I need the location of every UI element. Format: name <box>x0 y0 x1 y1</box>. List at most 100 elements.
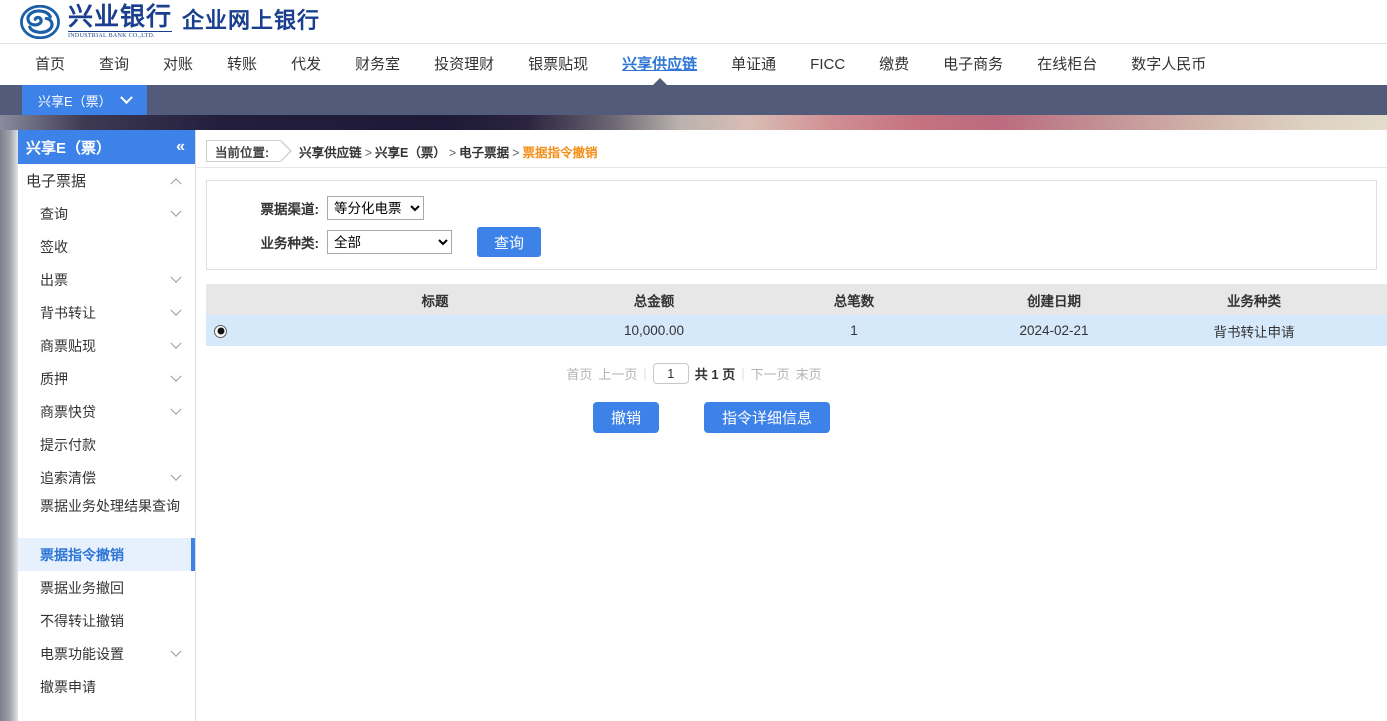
sidebar-item-8[interactable]: 提示付款 <box>18 428 195 461</box>
sidebar-item-1[interactable]: 查询 <box>18 197 195 230</box>
nav-item-label: 代发 <box>291 56 322 73</box>
nav-item-13[interactable]: 在线柜台 <box>1020 44 1114 85</box>
filter-row-channel: 票据渠道: 等分化电票 <box>207 195 1376 221</box>
business-select[interactable]: 全部 <box>327 230 452 254</box>
sidebar-item-label: 电子票据 <box>26 173 87 190</box>
pagination-divider-right: | <box>741 366 745 381</box>
nav-item-12[interactable]: 电子商务 <box>926 44 1020 85</box>
row-select-cell[interactable] <box>206 315 316 346</box>
chevron-down-icon <box>170 337 182 349</box>
sidebar-item-15[interactable]: 撤票申请 <box>18 670 195 703</box>
sidebar-item-7[interactable]: 商票快贷 <box>18 395 195 428</box>
sidebar-item-label: 商票快贷 <box>40 403 96 420</box>
sidebar-item-3[interactable]: 出票 <box>18 263 195 296</box>
chevron-down-icon <box>170 403 182 415</box>
filter-row-business: 业务种类: 全部 查询 <box>207 227 1376 257</box>
subnav-tab-xingxiang-e[interactable]: 兴享E（票） <box>22 85 147 115</box>
nav-item-11[interactable]: 缴费 <box>862 44 926 85</box>
sidebar-item-13[interactable]: 不得转让撤销 <box>18 604 195 637</box>
pagination-prev[interactable]: 上一页 <box>598 364 637 383</box>
nav-item-4[interactable]: 代发 <box>274 44 338 85</box>
nav-item-2[interactable]: 对账 <box>146 44 210 85</box>
sidebar-item-12[interactable]: 票据业务撤回 <box>18 571 195 604</box>
nav-item-0[interactable]: 首页 <box>18 44 82 85</box>
nav-item-6[interactable]: 投资理财 <box>417 44 511 85</box>
breadcrumb-separator: > <box>512 145 520 160</box>
chevron-down-icon <box>119 90 133 104</box>
industrial-bank-logo-icon <box>20 4 60 39</box>
pagination-last[interactable]: 末页 <box>796 364 822 383</box>
sidebar-item-11[interactable]: 票据指令撤销 <box>18 538 195 571</box>
chevron-down-icon <box>170 645 182 657</box>
results-table-wrapper: 标题总金额总笔数创建日期业务种类是否在线融资 10,000.0012024-02… <box>206 284 1387 346</box>
breadcrumb-separator: > <box>364 145 372 160</box>
pagination-first[interactable]: 首页 <box>566 364 592 383</box>
nav-item-14[interactable]: 数字人民币 <box>1114 44 1223 85</box>
breadcrumb-link-0[interactable]: 兴享供应链 <box>299 146 362 160</box>
pagination-page-input[interactable] <box>652 363 689 384</box>
nav-item-label: 电子商务 <box>943 56 1004 73</box>
sidebar-item-label: 查询 <box>40 205 68 222</box>
nav-item-5[interactable]: 财务室 <box>338 44 417 85</box>
nav-item-3[interactable]: 转账 <box>210 44 274 85</box>
results-table: 标题总金额总笔数创建日期业务种类是否在线融资 10,000.0012024-02… <box>206 284 1387 346</box>
decorative-gradient-band <box>0 115 1387 130</box>
nav-item-label: FICC <box>810 56 846 73</box>
channel-select[interactable]: 等分化电票 <box>327 196 424 220</box>
page-body: 兴享E（票） « 电子票据 查询 签收 出票 背书转让 商票贴现 质押 商票快贷 提示付款 追索清… <box>0 130 1387 721</box>
instruction-detail-button[interactable]: 指令详细信息 <box>704 402 831 433</box>
cancel-instruction-button[interactable]: 撤销 <box>592 402 659 433</box>
table-header-cell-5: 业务种类 <box>1154 284 1354 315</box>
sidebar-item-14[interactable]: 电票功能设置 <box>18 637 195 670</box>
table-cell-总笔数: 1 <box>754 315 954 346</box>
nav-item-label: 兴享供应链 <box>622 56 698 73</box>
query-button[interactable]: 查询 <box>477 227 541 257</box>
sub-navigation-bar: 兴享E（票） <box>0 85 1387 115</box>
collapse-sidebar-icon[interactable]: « <box>176 139 185 155</box>
table-header-cell-4: 创建日期 <box>954 284 1154 315</box>
table-cell-创建日期: 2024-02-21 <box>954 315 1154 346</box>
table-cell-总金额: 10,000.00 <box>554 315 754 346</box>
sidebar-item-label: 不得转让撤销 <box>40 612 124 629</box>
sidebar-header: 兴享E（票） « <box>18 130 195 164</box>
nav-item-9[interactable]: 单证通 <box>714 44 793 85</box>
chevron-up-icon <box>170 177 182 189</box>
pagination-next[interactable]: 下一页 <box>751 364 790 383</box>
nav-item-8[interactable]: 兴享供应链 <box>605 44 714 86</box>
business-label: 业务种类: <box>260 236 320 251</box>
sidebar-item-5[interactable]: 商票贴现 <box>18 329 195 362</box>
sidebar-item-label: 电票功能设置 <box>40 645 124 662</box>
sidebar-item-10[interactable]: 票据业务处理结果查询 <box>18 494 195 538</box>
table-header-cell-3: 总笔数 <box>754 284 954 315</box>
sidebar-menu: 电子票据查询签收出票背书转让商票贴现 质押商票快贷提示付款追索清偿 票据业务处理结果… <box>18 164 195 703</box>
sidebar-item-0[interactable]: 电子票据 <box>18 164 195 197</box>
sidebar-item-label: 背书转让 <box>40 304 96 321</box>
main-navigation: 首页 查询 对账 转账 代发 财务室 投资理财 银票贴现 兴享供应链 单证通 FICC 缴费 电子商务 在… <box>0 44 1387 86</box>
brand-name-en: INDUSTRIAL BANK CO.,LTD. <box>68 32 155 39</box>
row-radio-button[interactable] <box>214 324 227 338</box>
brand-name-block: 兴业银行 INDUSTRIAL BANK CO.,LTD. <box>68 2 173 40</box>
nav-item-label: 查询 <box>99 56 130 73</box>
breadcrumb-link-1[interactable]: 兴享E（票） <box>375 146 446 160</box>
nav-item-10[interactable]: FICC <box>793 44 862 85</box>
sidebar-item-label: 提示付款 <box>40 436 96 453</box>
sidebar-item-9[interactable]: 追索清偿 <box>18 461 195 494</box>
sidebar-item-6[interactable]: 质押 <box>18 362 195 395</box>
table-row[interactable]: 10,000.0012024-02-21背书转让申请否 <box>206 315 1387 346</box>
pagination: 首页 上一页 | 共 1 页 | 下一页 末页 <box>196 363 1387 384</box>
breadcrumb-path: 兴享供应链 > 兴享E（票） > 电子票据 > 票据指令撤销 <box>299 142 597 161</box>
sidebar: 兴享E（票） « 电子票据查询签收出票背书转让商票贴现 质押商票快贷提示付款追索清… <box>18 130 196 721</box>
brand-name-cn: 兴业银行 <box>68 2 173 32</box>
sidebar-item-4[interactable]: 背书转让 <box>18 296 195 329</box>
nav-item-7[interactable]: 银票贴现 <box>511 44 605 85</box>
sidebar-item-2[interactable]: 签收 <box>18 230 195 263</box>
content-area: 当前位置: 兴享供应链 > 兴享E（票） > 电子票据 > 票据指令撤销 票据渠道: 等分化… <box>196 130 1387 721</box>
breadcrumb-current: 票据指令撤销 <box>522 145 598 160</box>
channel-label: 票据渠道: <box>260 202 320 217</box>
breadcrumb-link-2[interactable]: 电子票据 <box>459 146 509 160</box>
sidebar-item-label: 出票 <box>40 271 68 288</box>
nav-item-1[interactable]: 查询 <box>82 44 146 85</box>
nav-item-label: 对账 <box>163 56 194 73</box>
left-gutter <box>0 130 18 721</box>
chevron-down-icon <box>170 469 182 481</box>
